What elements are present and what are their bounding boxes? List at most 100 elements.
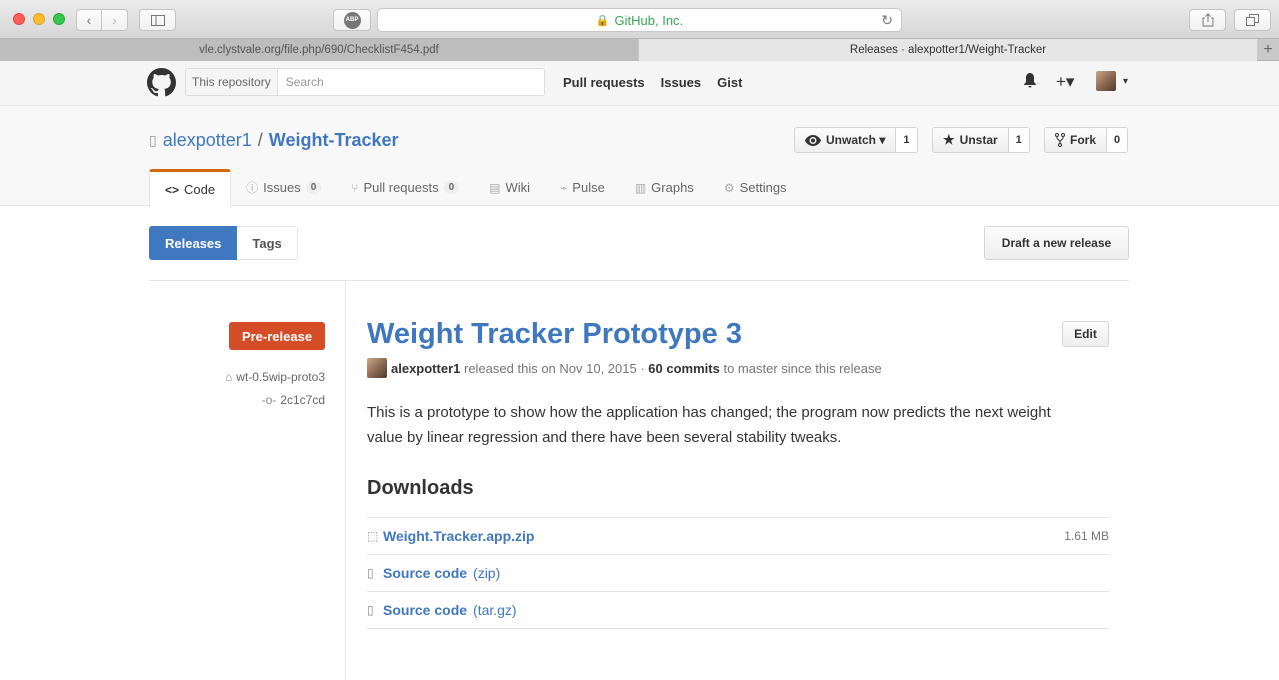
plus-dropdown-icon: +▾ <box>1056 72 1075 91</box>
fork-group: Fork 0 <box>1044 127 1129 153</box>
watchers-count[interactable]: 1 <box>896 127 918 153</box>
chevron-left-icon: ‹ <box>86 12 92 28</box>
download-link-source-targz[interactable]: ▯ Source code (tar.gz) <box>367 602 517 618</box>
package-icon: ⬚ <box>367 529 379 543</box>
star-icon: ★ <box>943 132 955 147</box>
tab-wiki[interactable]: ▤ Wiki <box>474 169 545 206</box>
back-button[interactable]: ‹ <box>76 9 102 31</box>
graph-icon: ▥ <box>634 180 647 195</box>
address-text: GitHub, Inc. <box>614 12 684 28</box>
tab-pull-requests-label: Pull requests <box>363 180 439 195</box>
commit-sha: 2c1c7cd <box>280 393 325 407</box>
share-button[interactable] <box>1189 9 1226 31</box>
nav-issues[interactable]: Issues <box>661 75 701 90</box>
unwatch-button[interactable]: Unwatch ▾ <box>794 127 897 153</box>
file-zip-icon: ▯ <box>367 603 374 617</box>
stars-count[interactable]: 1 <box>1008 127 1030 153</box>
fork-label: Fork <box>1070 133 1097 147</box>
repo-header: ▯ alexpotter1 / Weight-Tracker Unwatch ▾… <box>0 106 1279 207</box>
browser-tab-pdf[interactable]: vle.clystvale.org/file.php/690/Checklist… <box>0 39 638 61</box>
lock-icon: 🔒 <box>595 14 610 27</box>
tag-icon: ⌂ <box>225 370 233 384</box>
tab-code-label: Code <box>184 182 216 197</box>
release-byline: alexpotter1 released this on Nov 10, 201… <box>367 358 882 378</box>
tabs-overview-button[interactable] <box>1234 9 1271 31</box>
nav-pull-requests[interactable]: Pull requests <box>563 75 645 90</box>
prerelease-badge: Pre-release <box>229 322 325 350</box>
download-size: 1.61 MB <box>1064 529 1109 543</box>
download-format: (zip) <box>473 565 501 581</box>
tab-issues-label: Issues <box>263 180 301 195</box>
repo-title-separator: / <box>257 130 263 150</box>
author-link[interactable]: alexpotter1 <box>391 361 460 376</box>
unstar-button[interactable]: ★ Unstar <box>932 127 1009 153</box>
sidebar-icon <box>150 14 165 26</box>
releases-tab[interactable]: Releases <box>149 226 238 260</box>
release-timeline-divider <box>345 281 346 680</box>
site-header: This repository Pull requests Issues Gis… <box>0 61 1279 106</box>
tab-settings[interactable]: ⚙ Settings <box>709 169 802 206</box>
downloads-list: ⬚ Weight.Tracker.app.zip 1.61 MB ▯ Sourc… <box>367 517 1109 629</box>
adblock-icon: ABP <box>343 11 361 29</box>
released-text: released this on Nov 10, 2015 · <box>464 360 645 376</box>
release-commit[interactable]: -o- 2c1c7cd <box>262 393 325 407</box>
download-item: ▯ Source code (tar.gz) <box>367 592 1109 629</box>
reload-icon[interactable]: ↻ <box>881 12 893 29</box>
user-menu[interactable]: ▾ <box>1096 71 1128 91</box>
adblock-button[interactable]: ABP <box>333 9 371 31</box>
sidebar-button[interactable] <box>139 9 176 31</box>
release-title[interactable]: Weight Tracker Prototype 3 <box>367 318 742 351</box>
download-name: Source code <box>383 602 468 618</box>
download-name: Source code <box>383 565 468 581</box>
download-link-source-zip[interactable]: ▯ Source code (zip) <box>367 565 500 581</box>
tab-pulse[interactable]: ⌁ Pulse <box>545 169 620 206</box>
forks-count[interactable]: 0 <box>1107 127 1129 153</box>
repo-title: ▯ alexpotter1 / Weight-Tracker <box>149 130 399 151</box>
download-item: ▯ Source code (zip) <box>367 555 1109 592</box>
address-bar[interactable]: 🔒 GitHub, Inc. ↻ <box>377 8 902 32</box>
zoom-window-button[interactable] <box>53 13 65 25</box>
download-name: Weight.Tracker.app.zip <box>383 528 535 544</box>
search-scope-label: This repository <box>186 69 278 95</box>
commit-icon: -o- <box>261 393 277 407</box>
repo-owner-link[interactable]: alexpotter1 <box>163 130 252 151</box>
tab-issues[interactable]: ⓘ Issues 0 <box>231 169 336 206</box>
fork-button[interactable]: Fork <box>1044 127 1108 153</box>
edit-button[interactable]: Edit <box>1062 321 1109 347</box>
close-window-button[interactable] <box>13 13 25 25</box>
minimize-window-button[interactable] <box>33 13 45 25</box>
forward-button[interactable]: › <box>102 9 128 31</box>
watch-group: Unwatch ▾ 1 <box>794 127 918 153</box>
notifications-button[interactable] <box>1023 72 1037 88</box>
release-tag[interactable]: ⌂ wt-0.5wip-proto3 <box>225 370 325 384</box>
new-tab-button[interactable]: + <box>1257 39 1279 61</box>
plus-icon: + <box>1263 41 1273 58</box>
download-format: (tar.gz) <box>473 602 517 618</box>
share-icon <box>1202 13 1213 27</box>
browser-tab-releases[interactable]: Releases · alexpotter1/Weight-Tracker <box>639 39 1257 61</box>
code-icon: <> <box>165 182 180 197</box>
draft-release-button[interactable]: Draft a new release <box>984 226 1129 260</box>
tab-code[interactable]: <> Code <box>149 169 232 207</box>
unwatch-label: Unwatch ▾ <box>826 133 886 147</box>
tab-wiki-label: Wiki <box>505 180 531 195</box>
repo-icon: ▯ <box>149 132 157 148</box>
avatar <box>367 358 387 378</box>
commits-link[interactable]: 60 commits <box>648 361 720 376</box>
tab-pulse-label: Pulse <box>572 180 605 195</box>
create-new-button[interactable]: +▾ <box>1056 72 1074 92</box>
release-description: This is a prototype to show how the appl… <box>367 404 1051 446</box>
header-nav: Pull requests Issues Gist <box>563 75 742 90</box>
download-link-app-zip[interactable]: ⬚ Weight.Tracker.app.zip <box>367 528 534 544</box>
tab-pull-requests[interactable]: ⑂ Pull requests 0 <box>336 169 474 206</box>
tags-tab[interactable]: Tags <box>237 226 298 260</box>
search-input[interactable] <box>277 75 538 89</box>
nav-gist[interactable]: Gist <box>717 75 742 90</box>
caret-down-icon: ▾ <box>1123 75 1129 87</box>
repo-name-link[interactable]: Weight-Tracker <box>269 130 399 151</box>
github-logo-icon[interactable] <box>147 68 176 97</box>
tab-label: Releases · alexpotter1/Weight-Tracker <box>849 44 1047 56</box>
tag-name: wt-0.5wip-proto3 <box>236 370 325 384</box>
tab-graphs[interactable]: ▥ Graphs <box>620 169 709 206</box>
site-search[interactable]: This repository <box>185 68 545 96</box>
